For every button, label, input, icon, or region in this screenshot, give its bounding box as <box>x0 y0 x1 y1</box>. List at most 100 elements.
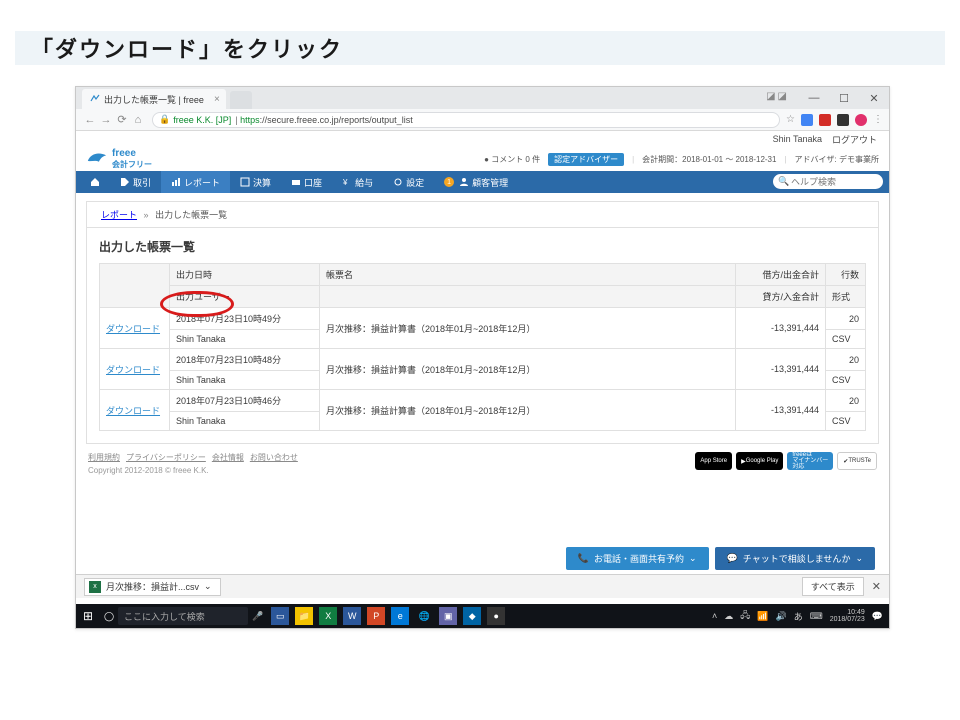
new-tab-button[interactable] <box>230 91 252 109</box>
app-word-icon[interactable]: W <box>343 607 361 625</box>
cell-report-name: 月次推移：損益計算書（2018年01月~2018年12月） <box>320 308 736 349</box>
tray-volume-icon[interactable]: 🔊 <box>776 611 787 622</box>
taskbar-clock[interactable]: 10:49 2018/07/23 <box>830 609 865 623</box>
reload-button[interactable]: ⟳ <box>114 113 130 126</box>
app-chrome-icon[interactable]: 🌐 <box>415 607 433 625</box>
maximize-button[interactable]: ☐ <box>829 92 859 105</box>
tab-close-icon[interactable]: × <box>214 94 220 105</box>
nav-koza[interactable]: 口座 <box>281 171 332 193</box>
logout-link[interactable]: ログアウト <box>832 133 877 146</box>
table-row: ダウンロード2018年07月23日10時48分月次推移：損益計算書（2018年0… <box>100 349 866 371</box>
chart-icon <box>171 177 181 187</box>
footer-link[interactable]: お問い合わせ <box>250 453 298 462</box>
omnibox[interactable]: 🔒 freee K.K. [JP] | https ://secure.free… <box>152 112 780 128</box>
header-meta: ● コメント 0 件 認定アドバイザー | 会計期間：2018-01-01 ～ … <box>484 153 879 166</box>
nav-kessan[interactable]: 決算 <box>230 171 281 193</box>
app-generic1-icon[interactable]: ▣ <box>439 607 457 625</box>
tray-up-icon[interactable]: ˄ <box>712 611 717 621</box>
cell-credit: -13,391,444 <box>736 390 826 431</box>
cell-format: CSV <box>826 412 866 431</box>
tray-network-icon[interactable]: 🖧 <box>740 608 750 624</box>
truste-badge[interactable]: ✔ TRUSTe <box>837 452 877 470</box>
footer-link[interactable]: プライバシーポリシー <box>126 453 206 462</box>
app-edge-icon[interactable]: e <box>391 607 409 625</box>
favicon-icon <box>90 94 100 104</box>
breadcrumb-report[interactable]: レポート <box>101 210 137 220</box>
home-button[interactable]: ⌂ <box>130 114 146 126</box>
incognito-icon: ◪◪ <box>766 91 789 102</box>
app-excel-icon[interactable]: X <box>319 607 337 625</box>
chat-button[interactable]: 💬 チャットで相談しませんか ⌄ <box>715 547 875 570</box>
close-download-bar-button[interactable]: ✕ <box>872 580 881 593</box>
cell-rows: 20 <box>826 349 866 371</box>
ext-circle-icon[interactable] <box>855 114 867 126</box>
start-button[interactable]: ⊞ <box>76 609 100 623</box>
close-window-button[interactable]: ✕ <box>859 92 889 105</box>
app-generic3-icon[interactable]: ● <box>487 607 505 625</box>
mynumber-badge[interactable]: freeeは マイナンバー 対応 <box>787 452 833 470</box>
nav-settei[interactable]: 設定 <box>383 171 434 193</box>
download-link[interactable]: ダウンロード <box>106 406 160 416</box>
comment-count[interactable]: ● コメント 0 件 <box>484 154 540 165</box>
help-search-input[interactable] <box>773 174 883 189</box>
cell-user: Shin Tanaka <box>170 330 320 349</box>
app-task-view-icon[interactable]: ▭ <box>271 607 289 625</box>
main-nav: 取引 レポート 決算 口座 ¥給与 設定 1顧客管理 🔍 <box>76 171 889 193</box>
googleplay-badge[interactable]: ▶ Google Play <box>736 452 783 470</box>
tray-cloud-icon[interactable]: ☁ <box>724 611 733 622</box>
chrome-menu-icon[interactable]: ⋮ <box>873 114 883 125</box>
tray-ime-icon[interactable]: あ <box>794 610 803 623</box>
gear-icon <box>393 177 403 187</box>
chevron-down-icon: ⌄ <box>855 553 863 564</box>
lock-icon: 🔒 <box>159 114 170 125</box>
nav-report[interactable]: レポート <box>161 171 230 193</box>
back-button[interactable]: ← <box>82 114 98 126</box>
floating-buttons: 📞 お電話・画面共有予約 ⌄ 💬 チャットで相談しませんか ⌄ <box>566 547 875 570</box>
nav-torihiki[interactable]: 取引 <box>110 171 161 193</box>
cell-format: CSV <box>826 330 866 349</box>
mic-icon[interactable]: 🎤 <box>252 611 263 622</box>
nav-home[interactable] <box>80 171 110 193</box>
th-rows: 行数 <box>826 264 866 286</box>
show-all-downloads-button[interactable]: すべて表示 <box>802 577 864 596</box>
accounting-period: 会計期間：2018-01-01 ～ 2018-12-31 <box>642 154 776 165</box>
office-name[interactable]: アドバイザ: デモ事業所 <box>795 154 879 165</box>
ext-google-icon[interactable] <box>801 114 813 126</box>
app-explorer-icon[interactable]: 📁 <box>295 607 313 625</box>
tray-notification-icon[interactable]: 💬 <box>872 611 883 622</box>
cortana-icon[interactable]: ◯ <box>100 611 118 622</box>
cell-date: 2018年07月23日10時49分 <box>170 308 320 330</box>
th-credit: 貸方/入金合計 <box>736 286 826 308</box>
nav-kyuyo[interactable]: ¥給与 <box>332 171 383 193</box>
header-row: freee 会計フリー ● コメント 0 件 認定アドバイザー | 会計期間：2… <box>76 147 889 171</box>
ext-lastpass-icon[interactable] <box>819 114 831 126</box>
browser-window: 出力した帳票一覧 | freee × ◪◪ — ☐ ✕ ← → ⟳ ⌂ 🔒 fr… <box>75 86 890 629</box>
ext-generic-icon[interactable] <box>837 114 849 126</box>
phone-reserve-button[interactable]: 📞 お電話・画面共有予約 ⌄ <box>566 547 709 570</box>
th-blank <box>320 286 736 308</box>
app-generic2-icon[interactable]: ◆ <box>463 607 481 625</box>
download-link[interactable]: ダウンロード <box>106 365 160 375</box>
app-powerpoint-icon[interactable]: P <box>367 607 385 625</box>
th-name: 帳票名 <box>320 264 736 286</box>
tray-wifi-icon[interactable]: 📶 <box>757 611 768 622</box>
tray-keyboard-icon[interactable]: ⌨ <box>810 611 823 622</box>
forward-button[interactable]: → <box>98 114 114 126</box>
chevron-down-icon[interactable]: ⌄ <box>204 581 212 592</box>
freee-logo[interactable]: freee 会計フリー <box>86 148 152 170</box>
appstore-badge[interactable]: App Store <box>695 452 732 470</box>
nav-kokyaku[interactable]: 1顧客管理 <box>434 171 518 193</box>
tag-icon <box>120 177 130 187</box>
download-link[interactable]: ダウンロード <box>106 324 160 334</box>
footer-link[interactable]: 利用規約 <box>88 453 120 462</box>
taskbar-search[interactable]: ここに入力して検索 <box>118 607 248 625</box>
download-chip[interactable]: x 月次推移：損益計...csv ⌄ <box>84 578 221 596</box>
search-icon: 🔍 <box>778 176 789 187</box>
browser-tab[interactable]: 出力した帳票一覧 | freee × <box>82 89 226 109</box>
window-controls: — ☐ ✕ <box>799 87 889 109</box>
report-table: 出力日時 帳票名 借方/出金合計 行数 出力ユーザー 貸方/入金合計 形式 ダウ… <box>99 263 866 431</box>
minimize-button[interactable]: — <box>799 92 829 104</box>
bookmark-star-icon[interactable]: ☆ <box>786 114 795 125</box>
user-name[interactable]: Shin Tanaka <box>773 134 822 144</box>
footer-link[interactable]: 会社情報 <box>212 453 244 462</box>
